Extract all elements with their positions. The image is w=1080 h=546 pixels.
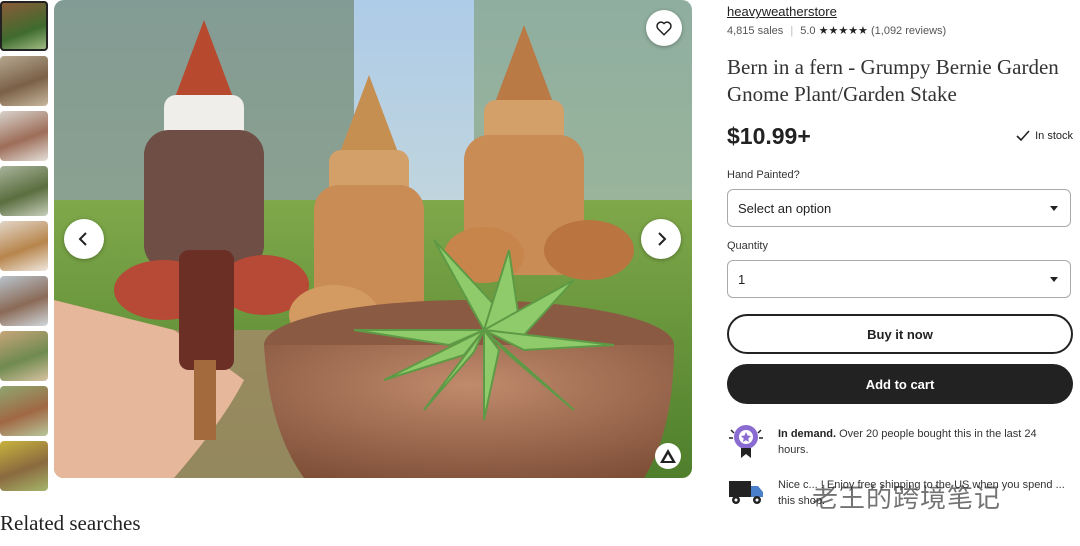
separator: | [790,25,794,37]
quantity-label: Quantity [727,240,768,252]
caret-down-icon [1050,205,1058,211]
thumbnail-6[interactable] [0,276,48,326]
favorite-button[interactable] [646,10,682,46]
previous-image-button[interactable] [64,219,104,259]
buy-now-button[interactable]: Buy it now [727,314,1073,354]
hand-painted-value: Select an option [738,200,832,216]
stock-label: In stock [1035,130,1073,142]
add-to-cart-button[interactable]: Add to cart [727,364,1073,404]
thumbnail-2[interactable] [0,56,48,106]
demand-text: In demand. Over 20 people bought this in… [778,426,1068,458]
thumbnail-4[interactable] [0,166,48,216]
quantity-select[interactable]: 1 [727,260,1071,298]
stock-status: In stock [1016,130,1073,142]
thumbnail-3[interactable] [0,111,48,161]
gnome-stakes-photo [54,0,692,478]
heart-icon [656,21,672,36]
product-title: Bern in a fern - Grumpy Bernie Garden Gn… [727,55,1059,106]
chevron-right-icon [658,232,667,246]
product-price: $10.99+ [727,123,811,149]
thumbnail-9[interactable] [0,441,48,491]
sales-count: 4,815 sales [727,25,784,37]
checkmark-icon [1016,130,1030,142]
thumbnail-5[interactable] [0,221,48,271]
next-image-button[interactable] [641,219,681,259]
caret-down-icon [1050,276,1058,282]
triangle-logo-icon [660,449,676,463]
thumbnail-7[interactable] [0,331,48,381]
shop-meta: 4,815 sales | 5.0 ★★★★★ (1,092 reviews) [727,24,946,37]
ai-badge [655,443,681,469]
thumbnail-1[interactable] [0,1,48,51]
related-searches-heading: Related searches [0,511,141,535]
quantity-value: 1 [738,271,746,287]
product-image[interactable] [54,0,692,478]
reviews-count[interactable]: (1,092 reviews) [871,25,946,37]
chevron-left-icon [78,232,87,246]
thumbnail-8[interactable] [0,386,48,436]
demand-badge-icon [729,425,763,458]
rating-stars: ★★★★★ [818,25,868,37]
watermark-text: 老王的跨境笔记 [812,484,1002,514]
shop-name-link[interactable]: heavyweatherstore [727,4,837,19]
hand-painted-select[interactable]: Select an option [727,189,1071,227]
truck-icon [729,481,763,504]
rating-value: 5.0 [800,25,816,37]
demand-title: In demand. [778,428,837,440]
hand-painted-label: Hand Painted? [727,169,800,181]
